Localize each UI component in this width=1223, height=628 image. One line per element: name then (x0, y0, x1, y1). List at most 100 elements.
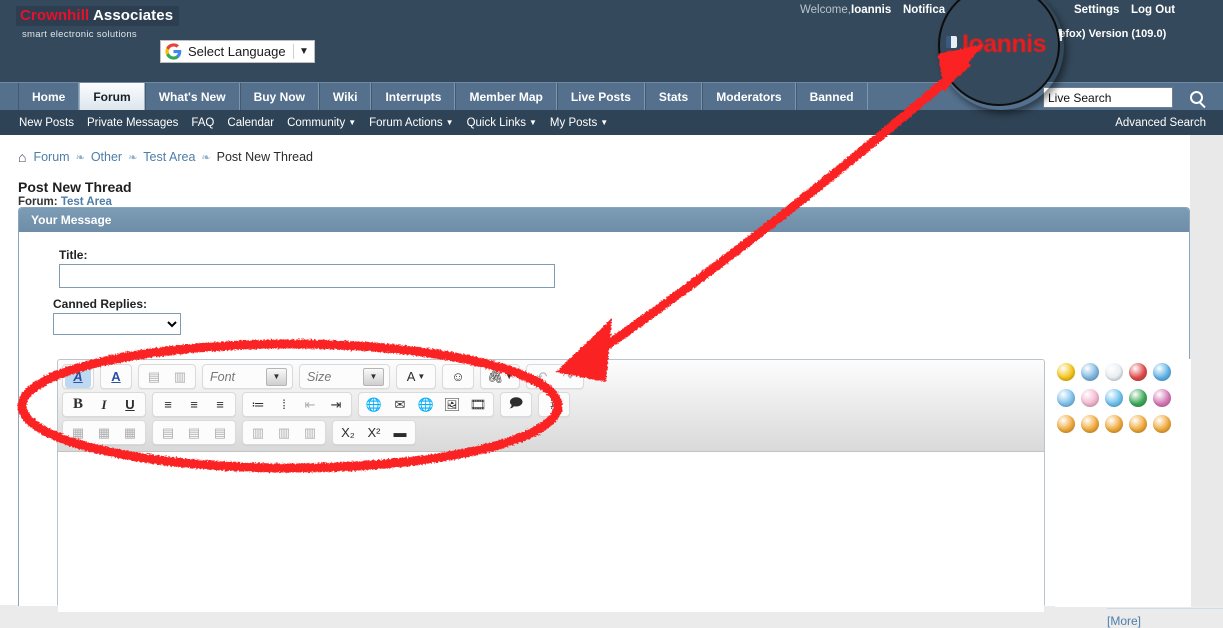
align-left-icon[interactable]: ≡ (155, 394, 181, 416)
outdent-icon: ⇤ (304, 396, 316, 412)
smiley-sunglasses-icon[interactable] (1057, 389, 1075, 407)
editor-toolbar-group: # (538, 392, 570, 417)
nav-tab-forum[interactable]: Forum (79, 83, 145, 110)
superscript-icon[interactable]: X² (361, 422, 387, 444)
subnav-item-my-posts[interactable]: My Posts ▼ (550, 117, 608, 129)
code-icon[interactable]: # (541, 394, 567, 416)
smiley-wink-icon[interactable] (1105, 389, 1123, 407)
nav-tab-banned[interactable]: Banned (795, 83, 868, 110)
subscript-icon[interactable]: X₂ (335, 422, 361, 444)
smiley-cool-blue-icon[interactable] (1153, 363, 1171, 381)
align-center-icon[interactable]: ≡ (181, 394, 207, 416)
editor-toolbar-group: ▤ ▥ (138, 364, 196, 389)
insert-video-icon[interactable]: 🎞 (465, 394, 491, 416)
breadcrumb-item-other[interactable]: Other (91, 150, 122, 164)
insert-link-icon[interactable]: 🌐 (361, 394, 387, 416)
smiley-angry-icon[interactable] (1129, 363, 1147, 381)
nav-tab-live-posts[interactable]: Live Posts (556, 83, 645, 110)
breadcrumb-separator-icon: ❧ (75, 151, 85, 164)
editor-toolbar-group: ↶ ↷ (526, 364, 584, 389)
smiley-pink-icon[interactable] (1153, 389, 1171, 407)
smiley-tongue-icon[interactable] (1129, 415, 1147, 433)
chevron-down-icon[interactable]: ▼ (266, 367, 287, 386)
editor-toolbar-group: X₂ X² ▬ (332, 420, 416, 445)
attachment-icon[interactable]: 🖇 ▼ (483, 366, 517, 388)
font-size-select[interactable]: Size (302, 367, 360, 387)
chevron-down-icon[interactable]: ▼ (417, 372, 425, 381)
smiley-frown-icon[interactable] (1105, 415, 1123, 433)
remove-link-icon[interactable]: 🌐 (413, 394, 439, 416)
smiley-grin-green-icon[interactable] (1129, 389, 1147, 407)
message-panel-title: Your Message (31, 213, 112, 227)
settings-link[interactable]: Settings (1074, 4, 1119, 16)
nav-tab-what-s-new[interactable]: What's New (144, 83, 240, 110)
chevron-down-icon[interactable]: ▼ (363, 367, 384, 386)
insert-image-icon[interactable]: 🖼 (439, 394, 465, 416)
smiley-biggrin-icon[interactable] (1081, 415, 1099, 433)
insert-column-after-icon: ▥ (277, 424, 291, 440)
subnav-item-forum-actions[interactable]: Forum Actions ▼ (369, 117, 453, 129)
nav-tab-buy-now[interactable]: Buy Now (239, 83, 319, 110)
font-family-select[interactable]: Font (205, 367, 263, 387)
smiley-eek-icon[interactable] (1105, 363, 1123, 381)
nav-tab-home[interactable]: Home (18, 83, 80, 110)
subnav-item-faq[interactable]: FAQ (191, 117, 214, 129)
smiley-blush-icon[interactable] (1081, 389, 1099, 407)
insert-row-before-icon: ▤ (161, 424, 175, 440)
insert-email-icon[interactable]: ✉ (387, 394, 413, 416)
google-icon (165, 43, 182, 60)
language-selector[interactable]: Select Language ▼ (160, 40, 315, 63)
smiley-confused-icon[interactable] (1081, 363, 1099, 381)
underline-icon[interactable]: U (117, 394, 143, 416)
smiley-laugh-icon[interactable] (1057, 415, 1075, 433)
editor-toolbar-row-3: ▦ ▦ ▦ ▤ ▤ ▤ ▥ ▥ ▥ X₂ X² ▬ (62, 419, 1044, 446)
chevron-down-icon[interactable]: ▼ (505, 372, 513, 381)
unordered-list-icon[interactable]: ⁞ (271, 394, 297, 416)
nav-tab-wiki[interactable]: Wiki (318, 83, 372, 110)
remove-formatting-icon[interactable]: A (103, 366, 129, 388)
editor-toolbar-row-2: B I U ≡ ≡ ≡ ≔ ⁞ ⇤ ⇥ 🌐 ✉ 🌐 🖼 🎞 🗩 # (62, 391, 1044, 418)
subnav-item-community[interactable]: Community ▼ (287, 117, 356, 129)
notifications-link[interactable]: Notifica (903, 4, 945, 16)
subnav-item-new-posts[interactable]: New Posts (19, 117, 74, 129)
align-right-icon[interactable]: ≡ (207, 394, 233, 416)
home-icon[interactable]: ⌂ (18, 149, 26, 165)
canned-replies-select[interactable] (53, 313, 181, 335)
smilies-panel: [More] (1055, 359, 1223, 628)
subnav-item-private-messages[interactable]: Private Messages (87, 117, 178, 129)
indent-icon[interactable]: ⇥ (323, 394, 349, 416)
subnav-item-quick-links[interactable]: Quick Links ▼ (467, 117, 537, 129)
search-input[interactable] (1043, 87, 1173, 108)
advanced-search-link[interactable]: Advanced Search (1115, 117, 1206, 129)
site-logo[interactable]: Crownhill Associates smart electronic so… (16, 6, 180, 40)
ordered-list-icon[interactable]: ≔ (245, 394, 271, 416)
smiley-smile-small-icon[interactable] (1153, 415, 1171, 433)
editor-toolbar: A A ▤ ▥ Font ▼ Size ▼ A ▼ ☺ 🖇 ▼ ↶ ↷ B I U ≡ ≡ ≡ ≔ ⁞ ⇤ ⇥ 🌐 ✉ 🌐 🖼 🎞 🗩 # ▦ ▦… (58, 360, 1044, 452)
editor-body[interactable] (58, 452, 1044, 612)
subnav-item-calendar[interactable]: Calendar (227, 117, 274, 129)
subnav-item-label: Calendar (227, 116, 275, 129)
search-area (1043, 86, 1213, 109)
horizontal-rule-icon[interactable]: ▬ (387, 422, 413, 444)
quote-icon[interactable]: 🗩 (503, 394, 529, 416)
search-button[interactable] (1179, 86, 1213, 109)
smilies-more-link[interactable]: [More] (1107, 608, 1223, 628)
smilies-icon[interactable]: ☺ (445, 366, 471, 388)
chevron-down-icon[interactable]: ▼ (294, 46, 314, 57)
nav-tab-interrupts[interactable]: Interrupts (371, 83, 456, 110)
wysiwyg-toggle-icon[interactable]: A (65, 365, 91, 388)
nav-tab-member-map[interactable]: Member Map (455, 83, 557, 110)
logout-link[interactable]: Log Out (1131, 4, 1175, 16)
breadcrumb-separator-icon: ❧ (128, 151, 138, 164)
italic-icon[interactable]: I (91, 394, 117, 416)
page-right-margin (1190, 135, 1223, 605)
bold-icon[interactable]: B (65, 394, 91, 416)
smiley-happy-icon[interactable] (1057, 363, 1075, 381)
subnav-item-label: Forum Actions (369, 116, 443, 129)
nav-tab-moderators[interactable]: Moderators (702, 83, 796, 110)
font-color-icon[interactable]: A ▼ (399, 366, 433, 388)
nav-tab-stats[interactable]: Stats (644, 83, 703, 110)
title-input[interactable] (59, 264, 555, 288)
breadcrumb-item-forum[interactable]: Forum (33, 150, 69, 164)
breadcrumb-item-test-area[interactable]: Test Area (143, 150, 195, 164)
